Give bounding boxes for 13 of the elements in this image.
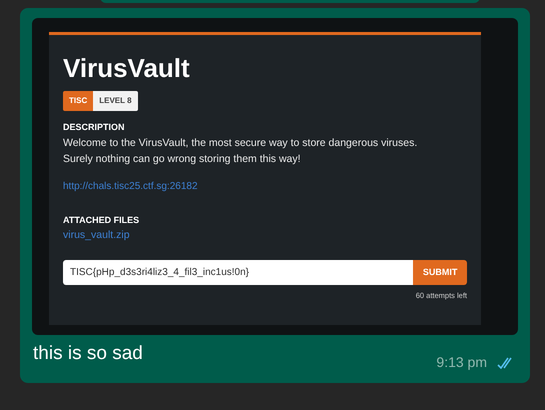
message-text: this is so sad: [33, 342, 143, 366]
level-tag: TISC: [63, 91, 94, 111]
flag-input[interactable]: TISC{pHp_d3s3ri4liz3_4_fil3_inc1us!0n}: [63, 260, 414, 285]
file-link[interactable]: virus_vault.zip: [63, 228, 467, 244]
challenge-link[interactable]: http://chals.tisc25.ctf.sg:26182: [63, 178, 467, 194]
level-tag: LEVEL 8: [93, 91, 138, 111]
description-text: Welcome to the VirusVault, the most secure way to store dangerous viruses. Surely nothing can go wrong storing them this way!: [63, 136, 418, 166]
section-heading: DESCRIPTION: [63, 121, 126, 134]
message-time: 9:13 pm: [436, 353, 487, 372]
challenge-title: VirusVault: [63, 53, 191, 83]
submit-button[interactable]: SUBMIT: [413, 260, 467, 285]
screenshot-image[interactable]: [32, 18, 518, 335]
section-heading: ATTACHED FILES: [63, 214, 140, 226]
